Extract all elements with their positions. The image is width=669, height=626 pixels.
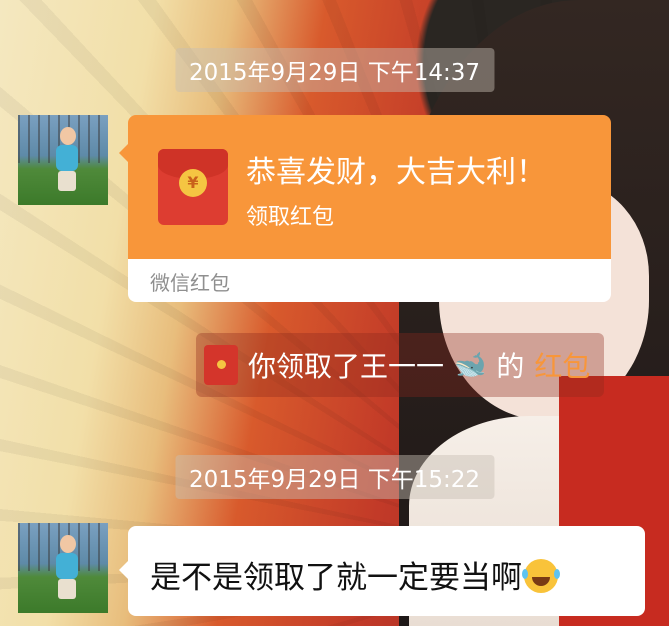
laughing-emoji-icon (522, 559, 558, 593)
text-message-bubble[interactable]: 是不是领取了就一定要当啊 (119, 526, 645, 616)
red-packet-message[interactable]: ¥ 恭喜发财，大吉大利！ 领取红包 微信红包 (119, 115, 611, 302)
message-content: 是不是领取了就一定要当啊 (150, 552, 558, 597)
system-note-middle: 的 (496, 350, 525, 383)
red-packet-small-icon (204, 345, 238, 385)
red-packet-footer: 微信红包 (150, 271, 230, 295)
avatar[interactable] (18, 523, 108, 613)
whale-emoji-icon: 🐋 (454, 350, 487, 380)
timestamp: 2015年9月29日 下午14:37 (174, 48, 495, 92)
red-packet-link[interactable]: 红包 (534, 345, 590, 385)
system-note-prefix: 你领取了王一一 (248, 350, 445, 383)
red-packet-title: 恭喜发财，大吉大利！ (246, 155, 546, 190)
red-packet-action: 领取红包 (246, 205, 335, 230)
avatar[interactable] (18, 115, 108, 205)
message-text: 是不是领取了就一定要当啊 (150, 560, 522, 596)
system-notification: 你领取了王一一 🐋 的 红包 (196, 333, 605, 397)
red-envelope-icon: ¥ (158, 149, 228, 225)
coin-icon: ¥ (179, 169, 207, 197)
timestamp: 2015年9月29日 下午15:22 (174, 455, 495, 499)
